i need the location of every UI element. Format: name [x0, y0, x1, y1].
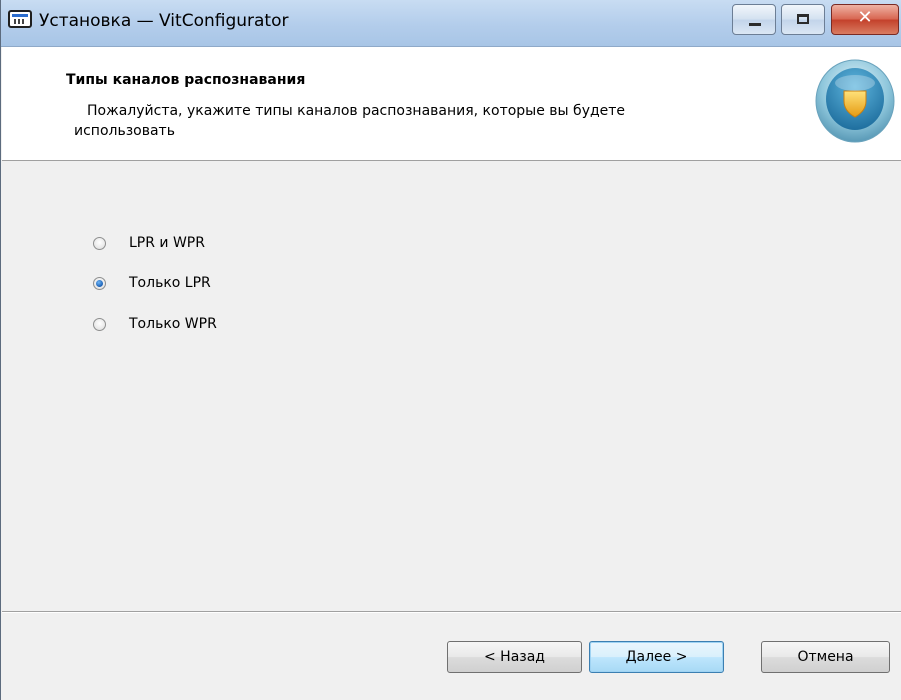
option-label: Только LPR: [129, 275, 211, 291]
next-button[interactable]: Далее >: [589, 641, 724, 673]
options-panel: LPR и WPR Только LPR Только WPR: [2, 161, 901, 611]
cancel-button[interactable]: Отмена: [761, 641, 890, 673]
window-title: Установка — VitConfigurator: [39, 11, 289, 31]
page-description-line1: Пожалуйста, укажите типы каналов распозн…: [87, 103, 626, 119]
close-icon: ✕: [857, 7, 873, 28]
option-label: LPR и WPR: [129, 235, 205, 251]
radio-lpr-only[interactable]: [93, 276, 106, 290]
wizard-header: Типы каналов распознавания Пожалуйста, у…: [2, 47, 901, 161]
minimize-button[interactable]: [732, 4, 776, 35]
footer-divider: [2, 611, 901, 613]
installer-window: Установка — VitConfigurator ✕ Типы канал…: [0, 0, 901, 700]
maximize-icon: [797, 14, 809, 24]
page-description-line2: использовать: [74, 123, 175, 139]
option-lpr-only[interactable]: Только LPR: [93, 273, 211, 293]
option-lpr-and-wpr[interactable]: LPR и WPR: [93, 233, 205, 253]
page-title: Типы каналов распознавания: [66, 72, 306, 88]
close-button[interactable]: ✕: [831, 4, 899, 35]
radio-lpr-and-wpr[interactable]: [93, 236, 106, 250]
radio-wpr-only[interactable]: [93, 317, 106, 331]
option-label: Только WPR: [129, 316, 217, 332]
shield-logo-icon: [815, 59, 895, 143]
option-wpr-only[interactable]: Только WPR: [93, 314, 217, 334]
maximize-button[interactable]: [781, 4, 825, 35]
title-bar[interactable]: Установка — VitConfigurator ✕: [1, 0, 901, 47]
minimize-icon: [749, 23, 761, 26]
installer-window-icon[interactable]: [8, 10, 32, 28]
back-button[interactable]: < Назад: [447, 641, 582, 673]
page-description: Пожалуйста, укажите типы каналов распозн…: [74, 101, 787, 141]
